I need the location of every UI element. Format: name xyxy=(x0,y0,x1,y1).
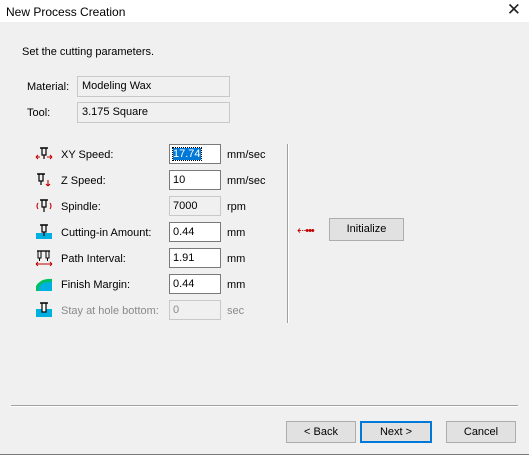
cutting-in-unit: mm xyxy=(227,227,246,239)
z-speed-icon xyxy=(37,173,51,187)
path-interval-icon xyxy=(35,250,53,266)
window-title: New Process Creation xyxy=(6,5,126,19)
vertical-divider xyxy=(287,144,289,323)
path-interval-unit: mm xyxy=(227,253,246,265)
close-icon[interactable]: ✕ xyxy=(507,1,521,19)
tool-label: Tool: xyxy=(27,107,51,119)
footer-divider xyxy=(11,405,518,407)
xy-speed-unit: mm/sec xyxy=(227,149,266,161)
finish-margin-unit: mm xyxy=(227,279,246,291)
finish-margin-label: Finish Margin: xyxy=(61,279,131,291)
material-label: Material: xyxy=(27,81,70,93)
stay-hole-input: 0 xyxy=(169,300,221,320)
spindle-field: 7000 xyxy=(169,196,221,216)
z-speed-unit: mm/sec xyxy=(227,175,266,187)
next-button[interactable]: Next > xyxy=(360,421,432,443)
z-speed-label: Z Speed: xyxy=(61,175,106,187)
stay-hole-label: Stay at hole bottom: xyxy=(61,305,159,317)
path-interval-input[interactable]: 1.91 xyxy=(169,248,221,268)
xy-speed-input[interactable]: 17.74 xyxy=(169,144,221,164)
path-interval-label: Path Interval: xyxy=(61,253,126,265)
cutting-in-label: Cutting-in Amount: xyxy=(61,227,152,239)
finish-margin-icon xyxy=(36,278,52,291)
z-speed-input[interactable]: 10 xyxy=(169,170,221,190)
cancel-button[interactable]: Cancel xyxy=(446,421,516,443)
cutting-in-input[interactable]: 0.44 xyxy=(169,222,221,242)
spindle-unit: rpm xyxy=(227,201,246,213)
spindle-label: Spindle: xyxy=(61,201,101,213)
finish-margin-input[interactable]: 0.44 xyxy=(169,274,221,294)
cutting-in-icon xyxy=(36,224,52,239)
back-button[interactable]: < Back xyxy=(286,421,356,443)
stay-hole-unit: sec xyxy=(227,305,245,317)
xy-speed-icon xyxy=(35,147,53,160)
spindle-icon xyxy=(36,199,52,212)
xy-speed-label: XY Speed: xyxy=(61,149,114,161)
arrow-left-icon: ⇠••• xyxy=(297,225,315,237)
initialize-button[interactable]: Initialize xyxy=(329,218,404,241)
tool-field: 3.175 Square xyxy=(77,102,230,123)
stay-hole-icon xyxy=(36,302,52,317)
title-bar: New Process Creation ✕ xyxy=(0,0,529,22)
intro-text: Set the cutting parameters. xyxy=(22,46,155,58)
material-field: Modeling Wax xyxy=(77,76,230,97)
